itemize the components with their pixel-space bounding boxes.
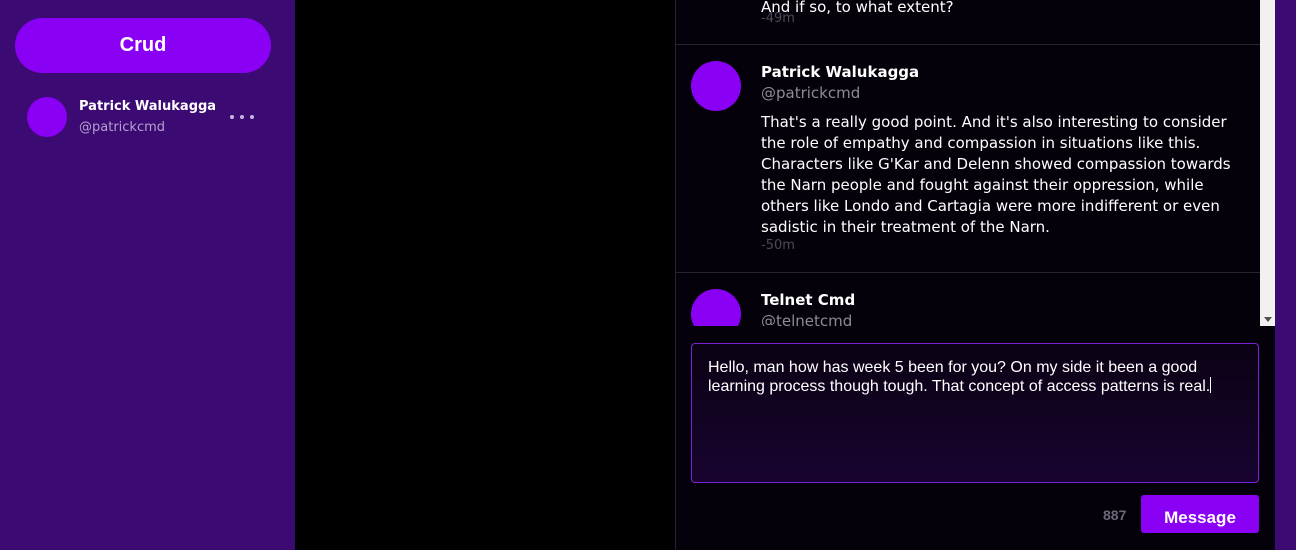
message-time: -49m [761,11,795,26]
message-item: And if so, to what extent? -49m [676,0,1260,45]
sidebar: Crud Patrick Walukagga @patrickcmd [0,0,295,550]
message-author-name[interactable]: Patrick Walukagga [761,63,919,81]
message-list-scrollbar[interactable] [1260,0,1276,326]
message-avatar[interactable] [691,289,741,326]
message-time: -50m [761,238,795,253]
account-avatar [27,97,67,137]
crud-home-button[interactable]: Crud [15,18,271,73]
message-author-name[interactable]: Telnet Cmd [761,291,855,309]
message-author-handle[interactable]: @patrickcmd [761,84,860,102]
middle-column [295,0,675,550]
conversation-panel: And if so, to what extent? -49m Patrick … [675,0,1276,550]
message-item: Telnet Cmd @telnetcmd [676,273,1260,326]
account-switcher[interactable]: Patrick Walukagga @patrickcmd [27,97,267,137]
message-avatar[interactable] [691,61,741,111]
message-item: Patrick Walukagga @patrickcmd That's a r… [676,45,1260,273]
message-input-text: Hello, man how has week 5 been for you? … [708,359,1211,395]
message-body: That's a really good point. And it's als… [761,113,1231,236]
app: Crud Patrick Walukagga @patrickcmd And i… [0,0,1296,550]
message-list[interactable]: And if so, to what extent? -49m Patrick … [676,0,1260,326]
send-message-label: Message [1164,508,1236,527]
message-input[interactable]: Hello, man how has week 5 been for you? … [691,343,1259,483]
scroll-down-arrow-icon[interactable] [1264,317,1272,322]
message-body: And if so, to what extent? [761,0,954,16]
text-caret [1210,377,1212,393]
message-author-handle[interactable]: @telnetcmd [761,312,852,326]
send-message-button[interactable]: Message [1141,495,1259,533]
crud-home-label: Crud [119,34,167,56]
account-handle: @patrickcmd [79,120,166,135]
more-horizontal-icon[interactable] [230,105,254,129]
right-edge [1275,0,1296,550]
characters-remaining: 887 [1103,507,1127,523]
account-name: Patrick Walukagga [79,99,217,114]
